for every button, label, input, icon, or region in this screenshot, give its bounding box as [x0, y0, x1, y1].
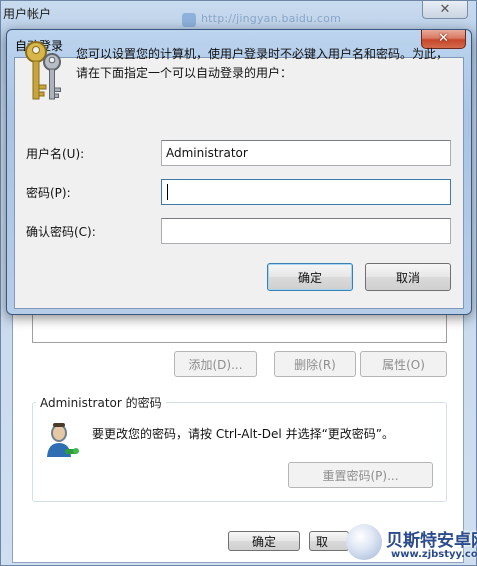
- confirm-password-label: 确认密码(C):: [26, 225, 96, 239]
- window-title: 用户帐户: [3, 7, 52, 21]
- confirm-password-field[interactable]: [161, 218, 451, 244]
- add-user-button[interactable]: 添加(D)...: [174, 351, 257, 377]
- watermark-url: www.zjbstyy.com: [391, 549, 477, 560]
- address-text: http://jingyan.baidu.com: [201, 12, 342, 25]
- properties-button[interactable]: 属性(O): [360, 351, 447, 377]
- info-line-2: 请在下面指定一个可以自动登录的用户：: [76, 66, 293, 80]
- dialog-info-text: 您可以设置您的计算机，使用户登录时不必键入用户名和密码。为此， 请在下面指定一个…: [76, 45, 456, 83]
- window-ok-button[interactable]: 确定: [228, 531, 300, 551]
- watermark-title: 贝斯特安卓网: [386, 531, 477, 551]
- dialog-ok-button[interactable]: 确定: [267, 263, 353, 291]
- password-group-title: Administrator 的密码: [36, 394, 166, 411]
- android-logo-icon: [346, 524, 382, 560]
- dialog-cancel-button[interactable]: 取消: [365, 263, 451, 291]
- window-close-button[interactable]: ✕: [422, 1, 468, 19]
- password-field[interactable]: [161, 179, 451, 205]
- password-label: 密码(P):: [26, 186, 71, 200]
- username-field[interactable]: [161, 140, 451, 166]
- reset-password-button[interactable]: 重置密码(P)...: [288, 462, 433, 488]
- remove-user-button[interactable]: 删除(R): [274, 351, 356, 377]
- username-label: 用户名(U):: [26, 147, 85, 161]
- keys-icon: [25, 41, 61, 100]
- site-watermark: 贝斯特安卓网 www.zjbstyy.com: [346, 520, 477, 566]
- browser-icon: [182, 13, 196, 27]
- user-key-icon: [47, 423, 79, 457]
- password-message: 要更改您的密码，请按 Ctrl-Alt-Del 并选择“更改密码”。: [92, 427, 395, 441]
- info-line-1: 您可以设置您的计算机，使用户登录时不必键入用户名和密码。为此，: [76, 47, 449, 61]
- window-cancel-button[interactable]: 取: [309, 531, 349, 551]
- text-caret: [167, 184, 168, 200]
